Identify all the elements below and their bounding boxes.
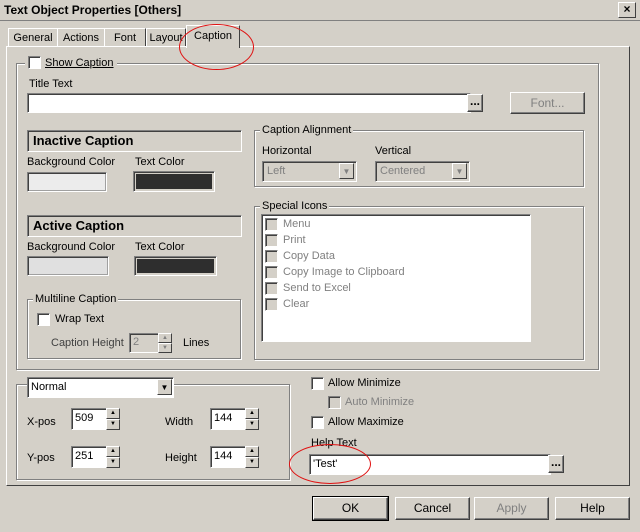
window-state-select[interactable]: Normal [27,377,174,398]
special-icon-print-label: Print [283,234,306,246]
tab-caption[interactable]: Caption [186,25,240,48]
allow-minimize-label: Allow Minimize [328,377,401,389]
auto-minimize-checkbox[interactable] [328,396,341,409]
active-text-color-label: Text Color [135,241,185,253]
font-button[interactable]: Font... [510,92,585,114]
xpos-spin-up-icon[interactable]: ▲ [106,408,120,419]
caption-height-spin-up-icon[interactable]: ▲ [158,333,172,343]
multiline-caption-legend: Multiline Caption [33,293,119,305]
special-icon-send-excel-label: Send to Excel [283,282,351,294]
ypos-label: Y-pos [27,452,55,464]
active-text-color-swatch[interactable] [134,256,217,276]
title-text-label: Title Text [29,78,73,90]
inactive-text-color-swatch[interactable] [133,171,215,192]
inactive-text-color-label: Text Color [135,156,185,168]
wrap-text-label: Wrap Text [55,313,105,325]
xpos-spin-down-icon[interactable]: ▼ [106,419,120,430]
caption-alignment-legend: Caption Alignment [260,124,354,136]
active-bg-color-swatch[interactable] [27,256,109,276]
caption-height-input[interactable]: 2 [129,333,159,353]
width-spin-down-icon[interactable]: ▼ [245,419,259,430]
height-input[interactable]: 144 [210,446,246,468]
active-caption-header: Active Caption [27,215,242,237]
tab-actions[interactable]: Actions [57,28,105,47]
special-icon-copy-image-label: Copy Image to Clipboard [283,266,405,278]
inactive-caption-header: Inactive Caption [27,130,242,152]
vertical-dropdown-icon[interactable]: ▼ [452,163,467,179]
width-input[interactable]: 144 [210,408,246,430]
vertical-label: Vertical [375,145,412,157]
inactive-bg-color-label: Background Color [27,156,116,168]
tab-general[interactable]: General [8,28,58,47]
allow-maximize-label: Allow Maximize [328,416,404,428]
horizontal-dropdown-icon[interactable]: ▼ [339,163,354,179]
window-state-dropdown-icon[interactable]: ▼ [157,379,172,395]
special-icon-menu-label: Menu [283,218,311,230]
caption-height-spin-down-icon[interactable]: ▼ [158,343,172,353]
help-button[interactable]: Help [555,497,630,520]
apply-button[interactable]: Apply [474,497,549,520]
height-spin-up-icon[interactable]: ▲ [245,446,259,457]
caption-height-lines-label: Lines [183,337,210,349]
ok-button[interactable]: OK [312,496,389,521]
height-label: Height [165,452,197,464]
auto-minimize-label: Auto Minimize [345,396,415,408]
inactive-bg-color-swatch[interactable] [27,172,107,192]
title-text-browse-button[interactable]: ... [467,94,483,112]
xpos-input[interactable]: 509 [71,408,107,430]
show-caption-label: Show Caption [45,56,114,69]
allow-minimize-checkbox[interactable] [311,377,324,390]
help-text-label: Help Text [311,437,357,449]
title-text-input[interactable] [27,93,471,113]
width-spin-up-icon[interactable]: ▲ [245,408,259,419]
show-caption-row: Show Caption [25,56,117,69]
special-icon-print-checkbox[interactable] [265,234,278,247]
wrap-text-checkbox[interactable] [37,313,50,326]
ypos-spin-down-icon[interactable]: ▼ [106,457,120,468]
cancel-button[interactable]: Cancel [395,497,470,520]
close-icon[interactable]: × [618,2,636,18]
ypos-input[interactable]: 251 [71,446,107,468]
ypos-spin-up-icon[interactable]: ▲ [106,446,120,457]
tab-layout[interactable]: Layout [146,28,186,47]
special-icon-copy-data-label: Copy Data [283,250,335,262]
special-icon-clear-checkbox[interactable] [265,298,278,311]
window-title: Text Object Properties [Others] [4,3,182,17]
tab-font[interactable]: Font [104,28,146,47]
xpos-label: X-pos [27,416,56,428]
special-icons-legend: Special Icons [260,200,330,212]
height-spin-down-icon[interactable]: ▼ [245,457,259,468]
width-label: Width [165,416,194,428]
horizontal-label: Horizontal [262,145,312,157]
caption-height-label: Caption Height [51,337,124,349]
help-text-browse-button[interactable]: ... [548,455,564,473]
allow-maximize-checkbox[interactable] [311,416,324,429]
title-bar[interactable]: Text Object Properties [Others] × [0,0,640,21]
help-text-input[interactable]: 'Test' [309,454,551,475]
special-icon-menu-checkbox[interactable] [265,218,278,231]
active-bg-color-label: Background Color [27,241,116,253]
special-icon-send-excel-checkbox[interactable] [265,282,278,295]
show-caption-checkbox[interactable] [28,56,41,69]
special-icon-copy-data-checkbox[interactable] [265,250,278,263]
special-icon-copy-image-checkbox[interactable] [265,266,278,279]
special-icon-clear-label: Clear [283,298,310,310]
